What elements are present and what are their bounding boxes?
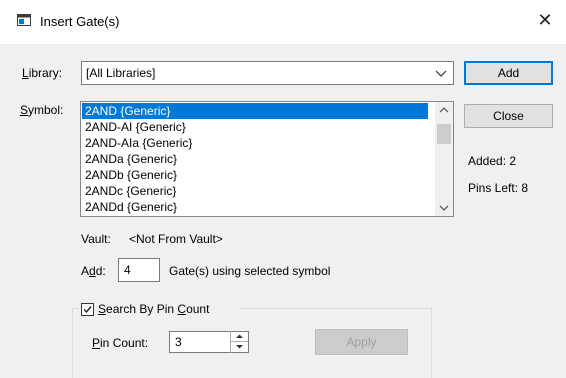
scroll-thumb[interactable] bbox=[437, 124, 451, 144]
list-item[interactable]: 2AND-AIa {Generic} bbox=[82, 135, 428, 151]
vault-value: <Not From Vault> bbox=[129, 232, 223, 246]
library-combo[interactable]: [All Libraries] bbox=[81, 61, 454, 85]
add-count-input[interactable]: 4 bbox=[118, 258, 160, 282]
add-count-suffix: Gate(s) using selected symbol bbox=[169, 264, 331, 278]
list-item[interactable]: 2ANDd {Generic} bbox=[82, 199, 428, 215]
add-button[interactable]: Add bbox=[464, 61, 553, 85]
scroll-down-icon[interactable] bbox=[435, 199, 453, 216]
scroll-up-icon[interactable] bbox=[435, 102, 453, 119]
list-item[interactable]: 2AND-AI {Generic} bbox=[82, 119, 428, 135]
title-bar: Insert Gate(s) ✕ bbox=[0, 0, 566, 44]
check-icon bbox=[83, 306, 92, 314]
pin-count-label: Pin Count: bbox=[92, 336, 149, 350]
close-icon[interactable]: ✕ bbox=[534, 9, 556, 31]
spinner-arrows-icon[interactable] bbox=[231, 331, 248, 353]
symbol-list: 2AND {Generic} 2AND-AI {Generic} 2AND-AI… bbox=[82, 103, 428, 215]
added-count: Added: 2 bbox=[468, 154, 517, 168]
list-item[interactable]: 2ANDa {Generic} bbox=[82, 151, 428, 167]
window-icon bbox=[17, 14, 31, 26]
list-item[interactable]: 2ANDc {Generic} bbox=[82, 183, 428, 199]
pins-left: Pins Left: 8 bbox=[468, 181, 529, 195]
close-button[interactable]: Close bbox=[464, 104, 553, 128]
window-title: Insert Gate(s) bbox=[40, 14, 120, 29]
list-item[interactable]: 2AND {Generic} bbox=[82, 103, 428, 119]
list-item[interactable]: 2ANDb {Generic} bbox=[82, 167, 428, 183]
pin-count-value: 3 bbox=[175, 335, 182, 349]
symbol-scrollbar[interactable] bbox=[435, 102, 453, 216]
symbol-label: Symbol: bbox=[20, 103, 64, 117]
apply-button[interactable]: Apply bbox=[315, 329, 408, 355]
symbol-listbox[interactable]: 2AND {Generic} 2AND-AI {Generic} 2AND-AI… bbox=[80, 101, 454, 217]
add-count-value: 4 bbox=[124, 263, 131, 277]
search-by-pin-count-checkbox[interactable] bbox=[81, 303, 94, 316]
insert-gates-dialog: Insert Gate(s) ✕ Library: [All Libraries… bbox=[0, 0, 566, 378]
pin-count-spinner[interactable] bbox=[230, 331, 248, 353]
vault-label: Vault: bbox=[81, 232, 111, 246]
library-value: [All Libraries] bbox=[86, 66, 156, 80]
search-by-pin-count-label[interactable]: Search By Pin Count bbox=[98, 302, 209, 316]
add-count-label: Add: bbox=[81, 264, 106, 278]
library-label: Library: bbox=[22, 66, 63, 80]
chevron-down-icon bbox=[435, 70, 447, 77]
